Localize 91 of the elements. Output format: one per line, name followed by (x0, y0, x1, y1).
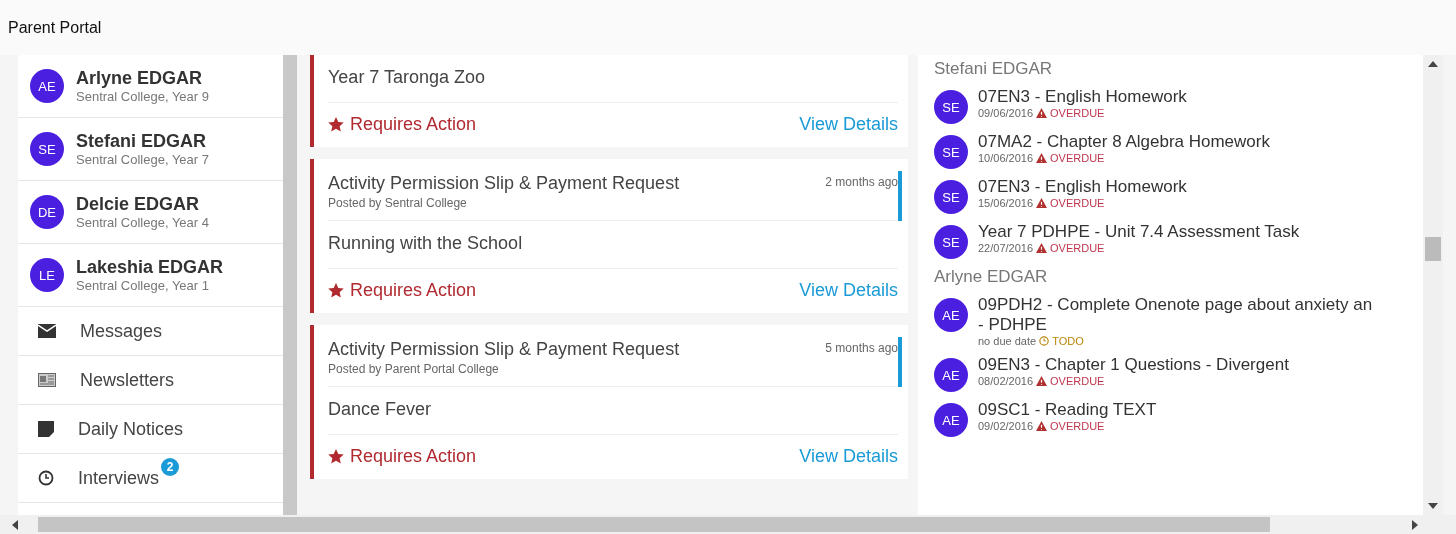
task-status: OVERDUE (1050, 420, 1105, 432)
student-heading: Stefani EDGAR (934, 58, 1054, 80)
task-title[interactable]: 09PDH2 - Complete Onenote page about anxiety an (978, 295, 1373, 315)
posted-by: Posted by Parent Portal College (328, 362, 500, 376)
task-status: OVERDUE (1050, 375, 1105, 387)
task-status: OVERDUE (1050, 197, 1105, 209)
horizontal-scrollbar[interactable] (0, 515, 1456, 534)
avatar: LE (30, 258, 64, 292)
task-title[interactable]: 07MA2 - Chapter 8 Algebra Homework (978, 132, 1270, 152)
posted-by: Posted by Sentral College (328, 196, 468, 210)
student-school: Sentral College, Year 1 (76, 278, 210, 293)
nav-item[interactable]: Daily Notices (18, 405, 283, 454)
student-item[interactable]: DE Delcie EDGAR Sentral College, Year 4 (18, 181, 283, 244)
scrollbar-thumb[interactable] (1425, 237, 1441, 261)
avatar: SE (30, 132, 64, 166)
student-school: Sentral College, Year 7 (76, 152, 209, 167)
star-icon (328, 283, 344, 298)
nav-item[interactable]: Newsletters (18, 356, 283, 405)
student-item[interactable]: LE Lakeshia EDGAR Sentral College, Year 1 (18, 244, 283, 307)
scrollbar-thumb[interactable] (38, 517, 1270, 532)
nav-label: Newsletters (80, 369, 176, 391)
task-status: OVERDUE (1050, 242, 1105, 254)
warning-icon (1036, 153, 1048, 163)
task-title[interactable]: - PDHPE (978, 315, 1373, 335)
due-date: 10/06/2016 (978, 152, 1034, 164)
clock-icon (38, 470, 54, 486)
action-status: Requires Action (350, 114, 477, 135)
avatar: SE (934, 135, 968, 169)
task-title[interactable]: 07EN3 - English Homework (978, 177, 1187, 197)
warning-icon (1036, 198, 1048, 208)
count-badge: 2 (161, 457, 180, 476)
due-date: no due date (978, 335, 1037, 347)
notice-title: Activity Permission Slip & Payment Request (328, 339, 680, 360)
task-title[interactable]: Year 7 PDHPE - Unit 7.4 Assessment Task (978, 222, 1300, 242)
due-date: 09/02/2016 (978, 420, 1034, 432)
nav-item[interactable]: Messages (18, 307, 283, 356)
avatar: SE (934, 90, 968, 124)
avatar: SE (934, 225, 968, 259)
student-heading: Arlyne EDGAR (934, 266, 1049, 288)
student-school: Sentral College, Year 4 (76, 215, 209, 230)
avatar: DE (30, 195, 64, 229)
task-title[interactable]: 09EN3 - Chapter 1 Questions - Divergent (978, 355, 1289, 375)
student-item[interactable]: SE Stefani EDGAR Sentral College, Year 7 (18, 118, 283, 181)
envelope-icon (38, 324, 56, 338)
student-name: Lakeshia EDGAR (76, 257, 224, 278)
avatar: SE (934, 180, 968, 214)
notice-body: Year 7 Taronga Zoo (328, 55, 898, 103)
due-date: 08/02/2016 (978, 375, 1034, 387)
action-status: Requires Action (350, 446, 477, 467)
scroll-down-icon[interactable] (1428, 503, 1438, 509)
notice-time: 5 months ago (825, 341, 898, 357)
task-status: TODO (1052, 335, 1084, 347)
avatar: AE (30, 69, 64, 103)
window-title: Parent Portal (0, 0, 1456, 55)
nav-item[interactable]: Interviews 2 (18, 454, 283, 503)
star-icon (328, 449, 344, 464)
notice-body: Dance Fever (328, 387, 898, 435)
scroll-left-icon[interactable] (12, 519, 18, 530)
nav-label: Daily Notices (78, 418, 185, 440)
scrollbar[interactable] (283, 55, 297, 515)
notice-title: Activity Permission Slip & Payment Request (328, 173, 680, 194)
clock-icon (1039, 336, 1050, 346)
warning-icon (1036, 421, 1048, 431)
student-item[interactable]: AE Arlyne EDGAR Sentral College, Year 9 (18, 55, 283, 118)
nav-label: Messages (80, 320, 164, 342)
avatar: AE (934, 358, 968, 392)
scroll-right-icon[interactable] (1412, 519, 1418, 530)
vertical-scrollbar[interactable] (1423, 55, 1443, 515)
warning-icon (1036, 108, 1048, 118)
notice-time: 2 months ago (825, 175, 898, 191)
action-status: Requires Action (350, 280, 477, 301)
student-name: Arlyne EDGAR (76, 68, 204, 89)
student-name: Delcie EDGAR (76, 194, 201, 215)
task-status: OVERDUE (1050, 152, 1105, 164)
student-name: Stefani EDGAR (76, 131, 208, 152)
task-title[interactable]: 07EN3 - English Homework (978, 87, 1187, 107)
task-title[interactable]: 09SC1 - Reading TEXT (978, 400, 1157, 420)
star-icon (328, 117, 344, 132)
student-school: Sentral College, Year 9 (76, 89, 209, 104)
notice-body: Running with the School (328, 221, 898, 269)
warning-icon (1036, 243, 1048, 253)
avatar: AE (934, 298, 968, 332)
due-date: 15/06/2016 (978, 197, 1034, 209)
note-icon (38, 421, 54, 437)
newspaper-icon (38, 373, 56, 387)
due-date: 22/07/2016 (978, 242, 1034, 254)
scroll-up-icon[interactable] (1428, 61, 1438, 67)
avatar: AE (934, 403, 968, 437)
warning-icon (1036, 376, 1048, 386)
task-status: OVERDUE (1050, 107, 1105, 119)
due-date: 09/06/2016 (978, 107, 1034, 119)
